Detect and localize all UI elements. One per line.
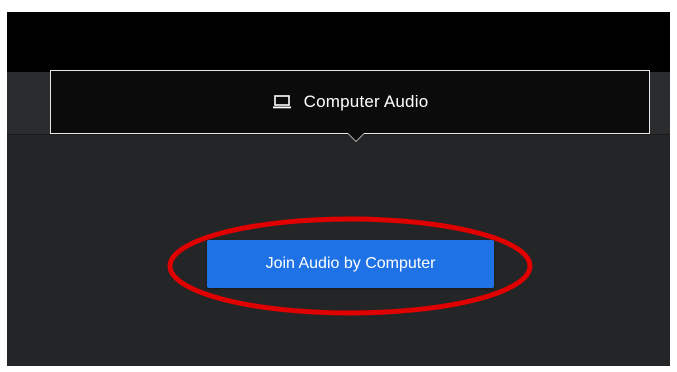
tab-computer-audio[interactable]: Computer Audio [50,70,650,134]
laptop-icon [272,94,292,110]
dialog-top-bar [7,12,670,72]
tab-computer-audio-label: Computer Audio [303,92,429,111]
join-audio-by-computer-button[interactable]: Join Audio by Computer [207,240,494,288]
tab-pointer [348,133,364,141]
join-audio-dialog: Computer Audio Join Audio by Computer [7,12,670,366]
